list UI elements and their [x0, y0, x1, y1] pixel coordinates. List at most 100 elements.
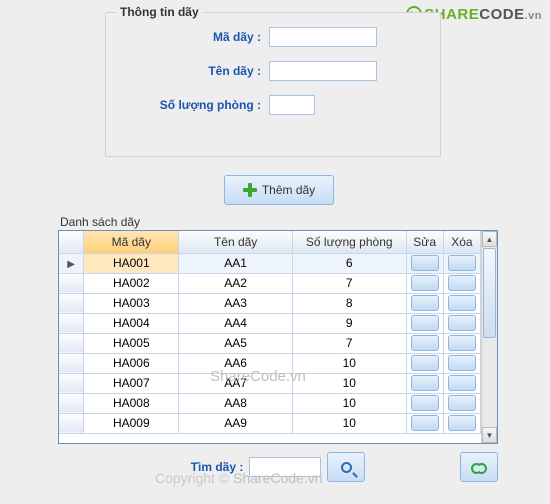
- edit-button[interactable]: [411, 415, 439, 431]
- col-header-sl[interactable]: Số lượng phòng: [292, 231, 406, 253]
- delete-button[interactable]: [448, 375, 476, 391]
- cell-c1[interactable]: HA003: [84, 293, 179, 313]
- cell-edit: [406, 413, 443, 433]
- input-ma-day[interactable]: [269, 27, 377, 47]
- cell-c1[interactable]: HA004: [84, 313, 179, 333]
- row-header[interactable]: ▶: [59, 253, 84, 273]
- refresh-icon: [471, 460, 487, 474]
- label-ma-day: Mã dãy :: [146, 30, 261, 44]
- vertical-scrollbar[interactable]: ▲ ▼: [481, 231, 497, 443]
- cell-c1[interactable]: HA009: [84, 413, 179, 433]
- col-header-ma[interactable]: Mã dãy: [84, 231, 179, 253]
- cell-c1[interactable]: HA001: [84, 253, 179, 273]
- edit-button[interactable]: [411, 395, 439, 411]
- edit-button[interactable]: [411, 375, 439, 391]
- scroll-down-icon[interactable]: ▼: [482, 427, 497, 443]
- row-header[interactable]: [59, 393, 84, 413]
- cell-c2[interactable]: AA8: [179, 393, 293, 413]
- cell-c2[interactable]: AA4: [179, 313, 293, 333]
- row-header[interactable]: [59, 293, 84, 313]
- cell-c3[interactable]: 10: [292, 413, 406, 433]
- scroll-up-icon[interactable]: ▲: [482, 231, 497, 247]
- cell-c2[interactable]: AA5: [179, 333, 293, 353]
- row-header[interactable]: [59, 353, 84, 373]
- cell-c1[interactable]: HA006: [84, 353, 179, 373]
- delete-button[interactable]: [448, 275, 476, 291]
- delete-button[interactable]: [448, 255, 476, 271]
- edit-button[interactable]: [411, 255, 439, 271]
- data-grid: Mã dãy Tên dãy Số lượng phòng Sửa Xóa ▶ H…: [58, 230, 498, 444]
- col-header-xoa[interactable]: Xóa: [443, 231, 480, 253]
- refresh-button[interactable]: [460, 452, 498, 482]
- form-group: Thông tin dãy Mã dãy : Tên dãy : Số lượn…: [105, 12, 441, 157]
- row-header[interactable]: [59, 373, 84, 393]
- add-button[interactable]: Thêm dãy: [224, 175, 334, 205]
- row-pointer-icon: ▶: [67, 259, 75, 270]
- cell-c3[interactable]: 8: [292, 293, 406, 313]
- cell-edit: [406, 373, 443, 393]
- cell-delete: [443, 253, 480, 273]
- table-row[interactable]: HA007AA710: [59, 373, 481, 393]
- delete-button[interactable]: [448, 355, 476, 371]
- delete-button[interactable]: [448, 395, 476, 411]
- search-input[interactable]: [249, 457, 321, 477]
- cell-c1[interactable]: HA008: [84, 393, 179, 413]
- cell-delete: [443, 293, 480, 313]
- table-row[interactable]: HA002AA27: [59, 273, 481, 293]
- cell-delete: [443, 273, 480, 293]
- scroll-track[interactable]: [482, 339, 497, 427]
- cell-c2[interactable]: AA3: [179, 293, 293, 313]
- edit-button[interactable]: [411, 295, 439, 311]
- cell-c2[interactable]: AA6: [179, 353, 293, 373]
- cell-delete: [443, 353, 480, 373]
- cell-edit: [406, 333, 443, 353]
- delete-button[interactable]: [448, 335, 476, 351]
- edit-button[interactable]: [411, 275, 439, 291]
- cell-c2[interactable]: AA2: [179, 273, 293, 293]
- search-button[interactable]: [327, 452, 365, 482]
- table-row[interactable]: HA008AA810: [59, 393, 481, 413]
- table-row[interactable]: HA006AA610: [59, 353, 481, 373]
- cell-edit: [406, 313, 443, 333]
- col-header-ten[interactable]: Tên dãy: [179, 231, 293, 253]
- cell-c3[interactable]: 7: [292, 273, 406, 293]
- cell-c1[interactable]: HA002: [84, 273, 179, 293]
- scroll-thumb[interactable]: [483, 248, 496, 338]
- grid-corner[interactable]: [59, 231, 84, 253]
- cell-c3[interactable]: 7: [292, 333, 406, 353]
- cell-c3[interactable]: 10: [292, 393, 406, 413]
- cell-c3[interactable]: 10: [292, 373, 406, 393]
- table-row[interactable]: HA004AA49: [59, 313, 481, 333]
- cell-edit: [406, 253, 443, 273]
- input-ten-day[interactable]: [269, 61, 377, 81]
- row-header[interactable]: [59, 313, 84, 333]
- delete-button[interactable]: [448, 415, 476, 431]
- cell-c1[interactable]: HA005: [84, 333, 179, 353]
- cell-c3[interactable]: 10: [292, 353, 406, 373]
- delete-button[interactable]: [448, 295, 476, 311]
- row-header[interactable]: [59, 273, 84, 293]
- cell-c3[interactable]: 6: [292, 253, 406, 273]
- add-button-label: Thêm dãy: [262, 183, 315, 197]
- edit-button[interactable]: [411, 335, 439, 351]
- row-header[interactable]: [59, 333, 84, 353]
- col-header-sua[interactable]: Sửa: [406, 231, 443, 253]
- table-row[interactable]: HA005AA57: [59, 333, 481, 353]
- delete-button[interactable]: [448, 315, 476, 331]
- cell-delete: [443, 313, 480, 333]
- search-label: Tìm dãy :: [191, 460, 244, 474]
- edit-button[interactable]: [411, 355, 439, 371]
- group-title: Thông tin dãy: [116, 5, 203, 19]
- cell-c2[interactable]: AA1: [179, 253, 293, 273]
- cell-c3[interactable]: 9: [292, 313, 406, 333]
- cell-c2[interactable]: AA7: [179, 373, 293, 393]
- table-row[interactable]: ▶ HA001AA16: [59, 253, 481, 273]
- table-row[interactable]: HA009AA910: [59, 413, 481, 433]
- table-row[interactable]: HA003AA38: [59, 293, 481, 313]
- cell-c1[interactable]: HA007: [84, 373, 179, 393]
- input-so-luong[interactable]: [269, 95, 315, 115]
- cell-c2[interactable]: AA9: [179, 413, 293, 433]
- label-so-luong: Số lượng phòng :: [146, 98, 261, 112]
- edit-button[interactable]: [411, 315, 439, 331]
- row-header[interactable]: [59, 413, 84, 433]
